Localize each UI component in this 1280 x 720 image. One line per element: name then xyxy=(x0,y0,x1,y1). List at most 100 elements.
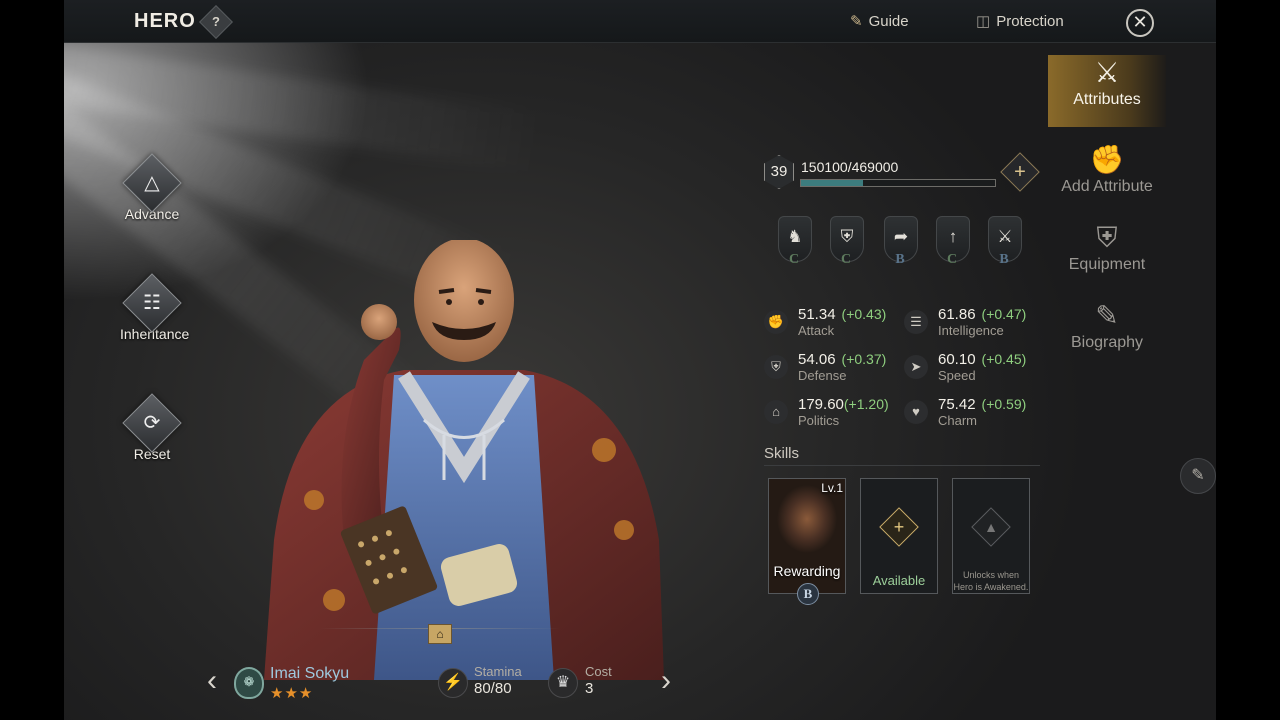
troop-grade-cavalry[interactable]: ♞ C xyxy=(778,216,812,270)
speed-value: 60.10 xyxy=(938,351,976,368)
armor-icon: ⛨ xyxy=(1096,222,1118,253)
plus-icon: + xyxy=(1014,161,1026,183)
fist-icon: ✊ xyxy=(764,310,788,334)
defense-value: 54.06 xyxy=(798,351,836,368)
skill-slot-2[interactable]: + Available xyxy=(860,478,938,594)
temple-icon: ⌂ xyxy=(428,624,452,644)
spiral-icon: ❁ xyxy=(243,674,255,689)
fist-icon: ✊ xyxy=(1089,144,1125,175)
attack-value: 51.34 xyxy=(798,306,836,323)
hero-screen: HERO ? ✎ Guide ◫ Protection ✕ △ Advance … xyxy=(64,0,1216,720)
troop-grade-spear[interactable]: ↑ C xyxy=(936,216,970,270)
attr-defense: ⛨ 54.06 (+0.37) Defense xyxy=(764,351,894,387)
skill-slot-locked-text: Unlocks when Hero is Awakened. xyxy=(953,570,1029,592)
politics-bonus: (+1.20) xyxy=(843,396,889,412)
exp-progress-bar xyxy=(800,179,996,187)
defense-label: Defense xyxy=(798,368,847,383)
hero-name: Imai Sokyu xyxy=(270,665,350,682)
cost-label: Cost xyxy=(585,664,612,679)
heart-icon: ♥ xyxy=(904,400,928,424)
skill-slot-status: Available xyxy=(872,573,926,588)
scroll-icon: ✎ xyxy=(1095,300,1119,331)
close-button[interactable]: ✕ xyxy=(1126,9,1154,37)
troop-grade-letter: B xyxy=(999,252,1009,267)
book-icon: ☰ xyxy=(904,310,928,334)
protection-label: Protection xyxy=(996,12,1064,30)
skills-heading: Skills xyxy=(764,445,800,462)
exp-text: 150100/469000 xyxy=(801,159,899,175)
hero-stars: ★★★ xyxy=(270,685,314,702)
troop-grade-letter: C xyxy=(788,252,800,267)
chevron-left-icon: ‹ xyxy=(207,664,217,697)
top-bar: HERO ? ✎ Guide ◫ Protection ✕ xyxy=(64,0,1216,43)
tab-label: Biography xyxy=(1070,334,1144,351)
defense-bonus: (+0.37) xyxy=(841,351,887,367)
reset-button[interactable]: ⟳ Reset xyxy=(120,393,184,462)
politics-label: Politics xyxy=(798,413,840,428)
speed-bonus: (+0.45) xyxy=(981,351,1027,367)
boot-icon: ➤ xyxy=(904,355,928,379)
edit-button[interactable]: ✎ xyxy=(1180,458,1216,494)
stamina-label: Stamina xyxy=(474,664,522,679)
help-button[interactable]: ? xyxy=(199,5,233,39)
troop-grade-shield[interactable]: ⛨ C xyxy=(830,216,864,270)
lightning-icon: ⚡ xyxy=(438,668,468,698)
tab-biography[interactable]: ✎ Biography xyxy=(1048,298,1166,352)
guide-label: Guide xyxy=(868,12,909,30)
tab-label: Attributes xyxy=(1073,91,1141,108)
helmet-reset-icon: ⟳ xyxy=(143,412,161,434)
attack-label: Attack xyxy=(798,323,835,338)
charm-label: Charm xyxy=(938,413,978,428)
tab-equipment[interactable]: ⛨ Equipment xyxy=(1048,220,1166,274)
skill-slot-3[interactable]: ▲ Unlocks when Hero is Awakened. xyxy=(952,478,1030,594)
chevron-right-icon: › xyxy=(661,664,671,697)
shield-icon: ⛨ xyxy=(764,355,788,379)
tab-add-attribute[interactable]: ✊ Add Attribute xyxy=(1048,142,1166,196)
intelligence-value: 61.86 xyxy=(938,306,976,323)
intelligence-label: Intelligence xyxy=(938,323,1004,338)
help-icon: ? xyxy=(212,14,220,29)
troop-grade-letter: B xyxy=(895,252,905,267)
skill-name: Rewarding xyxy=(773,563,841,579)
stamina-value: 80/80 xyxy=(474,680,512,697)
prev-hero-button[interactable]: ‹ xyxy=(200,664,224,698)
guide-book-icon: ✎ xyxy=(850,13,863,30)
intelligence-bonus: (+0.47) xyxy=(981,306,1027,322)
hero-portrait xyxy=(264,240,664,680)
hero-level-badge: 39 xyxy=(764,155,794,189)
next-hero-button[interactable]: › xyxy=(654,664,678,698)
hero-class-badge: ❁ xyxy=(234,667,264,699)
lock-icon: ◫ xyxy=(976,13,991,30)
attr-politics: ⌂ 179.60(+1.20) Politics xyxy=(764,396,894,432)
troop-grade-siege[interactable]: ⚔ B xyxy=(988,216,1022,270)
book-icon: ☷ xyxy=(143,292,161,314)
skill-slot-1[interactable]: Lv.1 Rewarding B xyxy=(768,478,846,605)
inheritance-button[interactable]: ☷ Inheritance xyxy=(120,273,189,342)
protection-button[interactable]: ◫ Protection xyxy=(976,12,1064,31)
building-icon: ⌂ xyxy=(764,400,788,424)
tab-label: Add Attribute xyxy=(1061,178,1153,195)
attr-charm: ♥ 75.42 (+0.59) Charm xyxy=(904,396,1034,432)
advance-icon: △ xyxy=(144,172,160,194)
tab-label: Equipment xyxy=(1068,256,1146,273)
skill-level: Lv.1 xyxy=(821,481,843,495)
page-title: HERO xyxy=(134,10,196,32)
add-skill-icon: + xyxy=(879,507,919,547)
speed-label: Speed xyxy=(938,368,976,383)
pencil-icon: ✎ xyxy=(1191,467,1205,484)
politics-value: 179.60 xyxy=(798,396,844,413)
guide-button[interactable]: ✎ Guide xyxy=(850,12,909,31)
attr-intelligence: ☰ 61.86 (+0.47) Intelligence xyxy=(904,306,1034,342)
close-icon: ✕ xyxy=(1132,12,1148,32)
troop-grade-letter: C xyxy=(840,252,852,267)
helmet-lock-icon: ▲ xyxy=(971,507,1011,547)
skill-grade-badge: B xyxy=(797,583,819,605)
add-exp-button[interactable]: + xyxy=(1000,152,1040,192)
cost-value: 3 xyxy=(585,680,594,697)
attack-bonus: (+0.43) xyxy=(841,306,887,322)
advance-button[interactable]: △ Advance xyxy=(120,153,184,222)
troop-grade-archer[interactable]: ➦ B xyxy=(884,216,918,270)
charm-bonus: (+0.59) xyxy=(981,396,1027,412)
charm-value: 75.42 xyxy=(938,396,976,413)
tab-attributes[interactable]: ⚔ Attributes xyxy=(1048,55,1166,127)
